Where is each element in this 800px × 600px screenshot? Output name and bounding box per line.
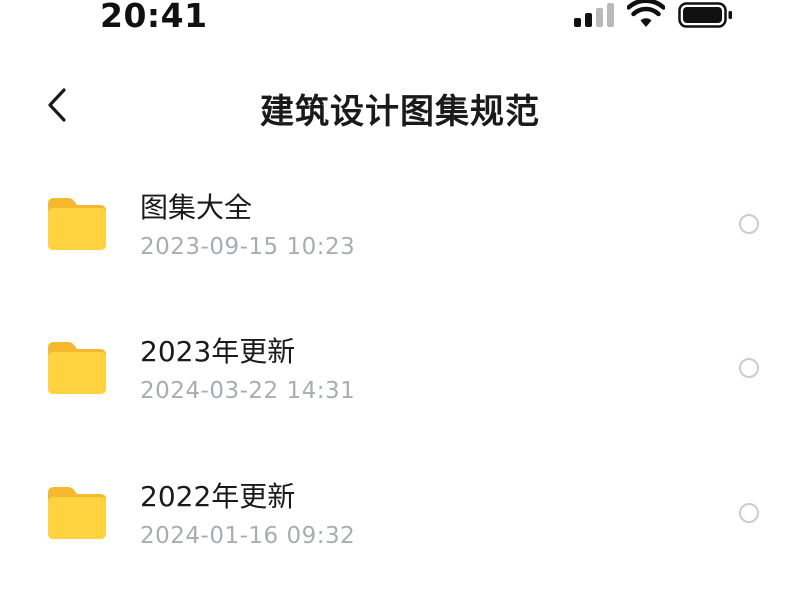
folder-icon (48, 342, 106, 394)
page-title: 建筑设计图集规范 (260, 92, 540, 132)
folder-icon (48, 198, 106, 250)
status-bar: 20:41 (0, 0, 800, 40)
folder-name: 2022年更新 (140, 480, 296, 513)
nav-header: 建筑设计图集规范 (0, 75, 800, 137)
battery-icon (678, 2, 732, 28)
select-radio[interactable] (739, 214, 759, 234)
select-radio[interactable] (739, 358, 759, 378)
folder-date: 2024-03-22 14:31 (140, 378, 356, 404)
folder-date: 2024-01-16 09:32 (140, 523, 356, 549)
folder-row[interactable]: 2023年更新 2024-03-22 14:31 (0, 314, 800, 434)
folder-row[interactable]: 图集大全 2023-09-15 10:23 (0, 170, 800, 290)
status-time: 20:41 (100, 0, 208, 35)
folder-date: 2023-09-15 10:23 (140, 234, 356, 260)
folder-name: 2023年更新 (140, 335, 296, 368)
wifi-icon (627, 0, 665, 27)
screen: 20:41 建筑设计图集规范 图集大全 2023-09-15 10:23 202… (0, 0, 800, 600)
folder-name: 图集大全 (140, 191, 253, 224)
select-radio[interactable] (739, 503, 759, 523)
cellular-signal-icon (574, 3, 616, 27)
folder-row[interactable]: 2022年更新 2024-01-16 09:32 (0, 459, 800, 579)
folder-icon (48, 487, 106, 539)
